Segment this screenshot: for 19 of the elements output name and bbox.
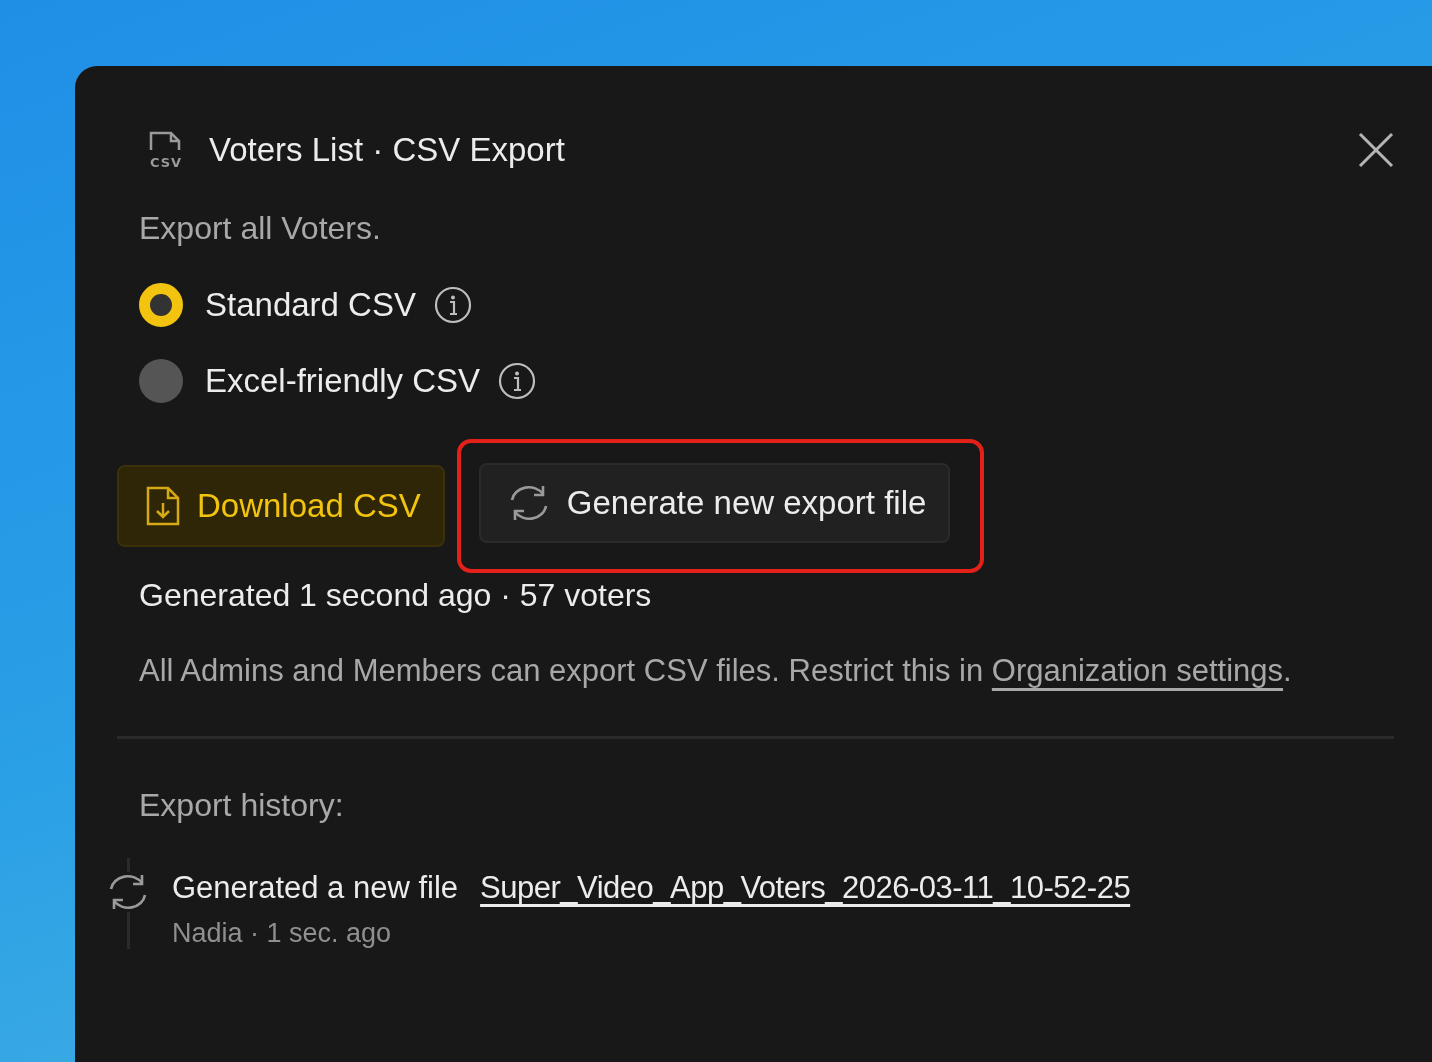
info-icon[interactable] [433, 286, 472, 324]
radio-button[interactable] [139, 359, 183, 403]
permission-note: All Admins and Members can export CSV files. Restrict this in Organization settings. [139, 652, 1293, 690]
radio-button[interactable] [139, 283, 183, 327]
file-link[interactable]: Super_Video_App_Voters_2026-03-11_10-52-25 [480, 870, 1131, 906]
history-action: Generated a new file [172, 870, 459, 906]
info-icon[interactable] [498, 362, 537, 400]
dialog-title: Voters List · CSV Export [209, 131, 566, 169]
history-heading: Export history: [139, 787, 345, 824]
download-file-icon [145, 485, 181, 527]
radio-label[interactable]: Standard CSV [205, 286, 416, 324]
download-button[interactable]: Download CSV [117, 465, 445, 547]
close-button[interactable] [1358, 132, 1394, 168]
dialog-description: Export all Voters. [139, 210, 382, 247]
organization-settings-link[interactable]: Organization settings [991, 653, 1284, 688]
history-meta: Nadia · 1 sec. ago [172, 918, 393, 949]
radio-label[interactable]: Excel-friendly CSV [205, 362, 481, 400]
export-status: Generated 1 second ago · 57 voters [139, 577, 653, 614]
generate-button[interactable]: Generate new export file [478, 463, 951, 543]
